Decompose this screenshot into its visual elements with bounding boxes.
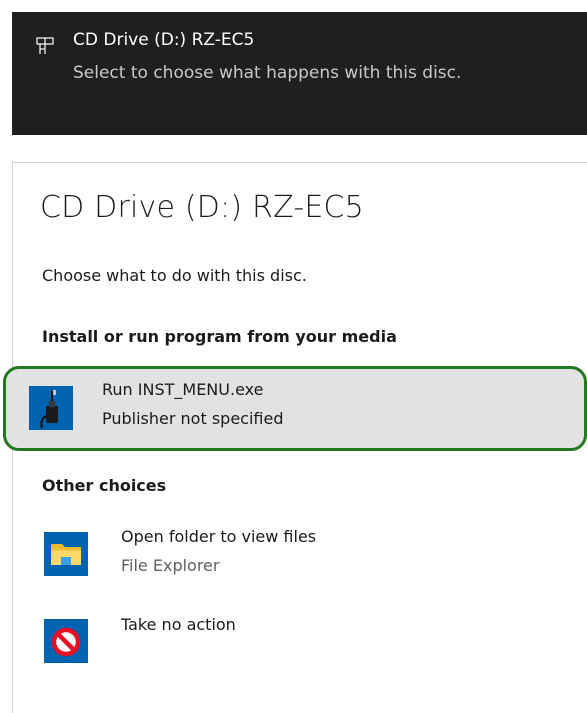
- run-program-publisher: Publisher not specified: [102, 409, 284, 428]
- autoplay-dialog: CD Drive (D:) RZ-EC5 Choose what to do w…: [3, 162, 587, 713]
- folder-icon: [44, 532, 88, 576]
- open-folder-app: File Explorer: [121, 556, 220, 575]
- toast-title: CD Drive (D:) RZ-EC5: [73, 30, 255, 50]
- open-folder-label: Open folder to view files: [121, 527, 317, 546]
- open-folder-option[interactable]: Open folder to view files File Explorer: [30, 518, 576, 592]
- install-section-heading: Install or run program from your media: [42, 327, 397, 346]
- take-no-action-label: Take no action: [121, 615, 236, 634]
- toast-message: Select to choose what happens with this …: [73, 63, 462, 83]
- autoplay-toast-notification[interactable]: CD Drive (D:) RZ-EC5 Select to choose wh…: [12, 12, 587, 135]
- dialog-subtitle: Choose what to do with this disc.: [42, 266, 307, 285]
- take-no-action-option[interactable]: Take no action: [30, 605, 576, 679]
- dialog-title: CD Drive (D:) RZ-EC5: [40, 190, 364, 225]
- cd-drive-icon: [36, 37, 54, 54]
- run-program-option[interactable]: Run INST_MENU.exe Publisher not specifie…: [3, 366, 587, 451]
- usb-device-icon: [29, 386, 73, 430]
- other-choices-heading: Other choices: [42, 476, 167, 495]
- run-program-label: Run INST_MENU.exe: [102, 380, 264, 399]
- screen: CD Drive (D:) RZ-EC5 Select to choose wh…: [0, 0, 587, 713]
- no-action-icon: [44, 619, 88, 663]
